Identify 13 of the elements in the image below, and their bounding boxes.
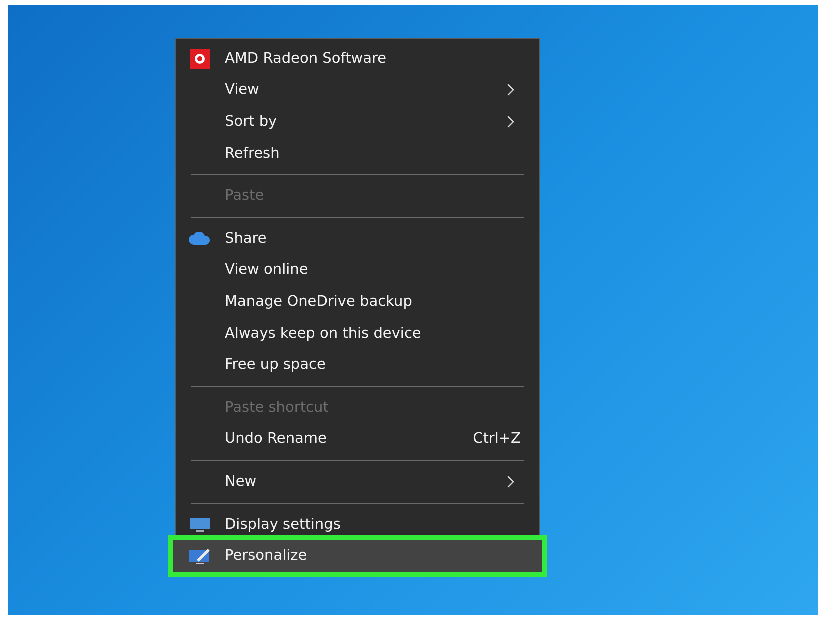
menu-item[interactable]: Manage OneDrive backup [176,286,539,318]
menu-item[interactable]: Display settings [176,508,539,540]
menu-item[interactable]: Share [176,222,539,255]
menu-item[interactable]: Free up space [176,349,539,381]
menu-item[interactable]: Refresh [176,138,539,170]
menu-item[interactable]: New [176,466,539,498]
menu-item[interactable]: Personalize [173,540,542,572]
menu-item[interactable]: View [176,74,539,106]
menu-item[interactable]: Undo Rename Ctrl+Z [176,424,539,456]
menu-item[interactable]: Sort by [176,106,539,138]
menu-item[interactable]: AMD Radeon Software [176,43,539,75]
menu-item[interactable]: View online [176,254,539,286]
menu-item[interactable]: Always keep on this device [176,318,539,350]
